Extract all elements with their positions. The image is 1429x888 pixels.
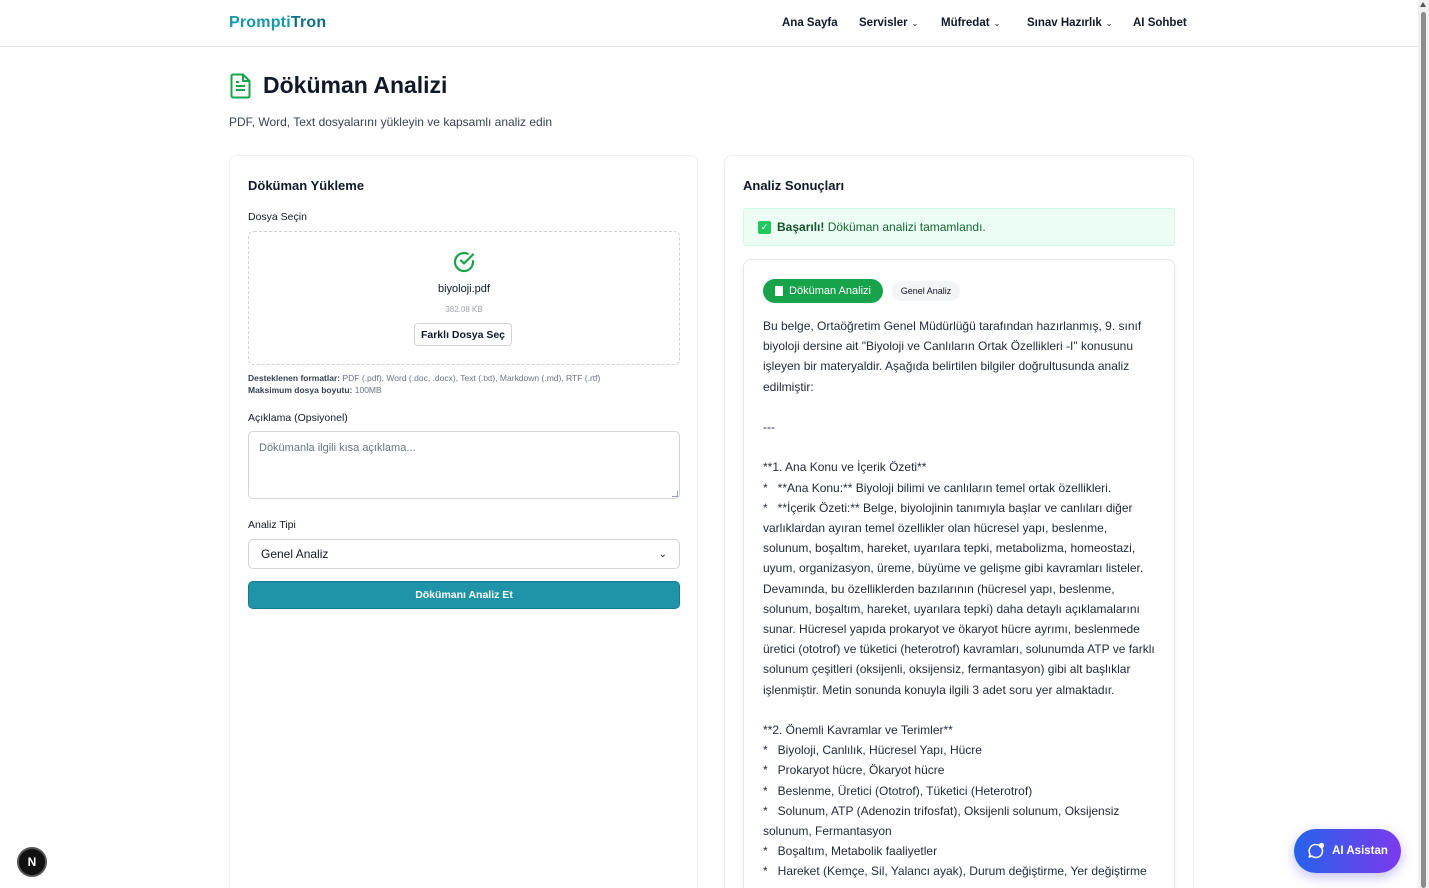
success-alert: ✓ Başarılı! Döküman analizi tamamlandı. [743, 208, 1175, 246]
success-strong: Başarılı! [777, 220, 825, 234]
brand-part-2: Tron [290, 14, 327, 31]
document-icon [775, 286, 784, 296]
chevron-down-icon: ⌄ [911, 18, 919, 28]
scrollbar-thumb[interactable] [1421, 12, 1426, 888]
analysis-type-value: Genel Analiz [261, 547, 329, 561]
description-label: Açıklama (Opsiyonel) [248, 412, 348, 424]
resize-handle-icon[interactable] [672, 491, 678, 497]
selected-file-size: 382.08 KB [445, 305, 483, 314]
analysis-type-select[interactable]: Genel Analiz ⌄ [248, 539, 680, 569]
document-icon [230, 73, 251, 99]
check-circle-icon [453, 251, 475, 273]
analyze-document-button[interactable]: Dökümanı Analiz Et [248, 581, 680, 609]
supported-formats-value: PDF (.pdf), Word (.doc, .docx), Text (.t… [340, 373, 601, 383]
selected-file-name: biyoloji.pdf [438, 283, 490, 295]
nav-services-label: Servisler [859, 17, 908, 29]
nav-curriculum[interactable]: Müfredat ⌄ [941, 17, 1000, 29]
max-file-size-value: 100MB [352, 385, 382, 395]
max-file-size: Maksimum dosya boyutu: 100MB [248, 385, 382, 395]
chevron-down-icon: ⌄ [993, 18, 1001, 28]
supported-formats-label: Desteklenen formatlar: [248, 373, 341, 383]
scroll-up-arrow-icon[interactable] [1420, 2, 1426, 7]
ai-assistant-button[interactable]: AI Asistan [1294, 829, 1401, 873]
chevron-down-icon: ⌄ [1105, 18, 1113, 28]
nav-home-label: Ana Sayfa [782, 17, 838, 29]
nav-services[interactable]: Servisler ⌄ [859, 17, 918, 29]
upload-card-title: Döküman Yükleme [248, 178, 365, 193]
nav-ai-chat[interactable]: AI Sohbet [1133, 17, 1187, 29]
ai-assistant-label: AI Asistan [1332, 845, 1388, 857]
analysis-type-label: Analiz Tipi [248, 519, 296, 531]
page-scrollbar[interactable] [1418, 0, 1429, 888]
supported-formats: Desteklenen formatlar: PDF (.pdf), Word … [248, 373, 600, 383]
page-subtitle: PDF, Word, Text dosyalarını yükleyin ve … [229, 115, 553, 129]
max-file-size-label: Maksimum dosya boyutu: [248, 385, 353, 395]
nav-exam-prep[interactable]: Sınav Hazırlık ⌄ [1027, 17, 1113, 29]
choose-different-file-button[interactable]: Farklı Dosya Seç [414, 323, 512, 346]
top-navbar: PromptiTron Ana Sayfa Servisler ⌄ Müfred… [0, 0, 1418, 47]
brand-part-1: Prompti [229, 14, 291, 31]
tab-general-analysis[interactable]: Genel Analiz [892, 281, 960, 301]
file-select-label: Dosya Seçin [248, 211, 307, 223]
page-title: Döküman Analizi [263, 72, 448, 98]
tab-document-analysis-label: Döküman Analizi [789, 285, 871, 297]
nav-home[interactable]: Ana Sayfa [782, 17, 838, 29]
nav-curriculum-label: Müfredat [941, 17, 990, 29]
results-card-title: Analiz Sonuçları [743, 178, 845, 193]
description-textarea[interactable]: Dökümanla ilgili kısa açıklama... [248, 431, 680, 499]
success-message: Başarılı! Döküman analizi tamamlandı. [777, 220, 986, 234]
tab-document-analysis[interactable]: Döküman Analizi [763, 279, 883, 303]
nav-exam-prep-label: Sınav Hazırlık [1027, 17, 1102, 29]
nav-ai-chat-label: AI Sohbet [1133, 17, 1187, 29]
description-placeholder: Dökümanla ilgili kısa açıklama... [259, 442, 416, 454]
chevron-down-icon: ⌄ [658, 548, 667, 560]
nextjs-dev-badge[interactable]: N [17, 847, 47, 877]
success-text: Döküman analizi tamamlandı. [824, 220, 986, 234]
chat-bubble-icon [1308, 842, 1325, 859]
brand-logo[interactable]: PromptiTron [229, 14, 326, 32]
analysis-result-text: Bu belge, Ortaöğretim Genel Müdürlüğü ta… [763, 319, 1155, 879]
check-square-icon: ✓ [758, 220, 771, 234]
